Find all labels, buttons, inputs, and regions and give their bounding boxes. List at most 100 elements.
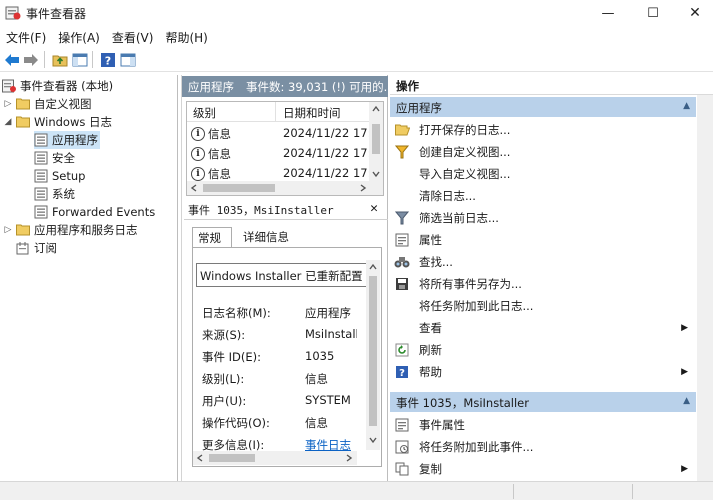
collapse-icon[interactable]: ▲ (683, 396, 690, 406)
action-refresh[interactable]: 刷新 (390, 339, 696, 360)
event-list-horizontal-scrollbar[interactable] (187, 181, 371, 195)
actions-section-application[interactable]: 应用程序 ▲ (390, 97, 696, 117)
navigation-tree: 事件查看器 (本地) ▷ 自定义视图 ◢ Windows 日志 应用程序 安全 … (0, 75, 178, 500)
action-find[interactable]: 查找... (390, 251, 696, 272)
tree-item-custom-views-label: 自定义视图 (34, 97, 92, 111)
table-row[interactable]: i 信息 2024/11/22 17:2 (187, 143, 379, 163)
tree-item-application[interactable]: 应用程序 (34, 131, 100, 149)
column-datetime[interactable]: 日期和时间 (283, 105, 341, 121)
action-save-all-events[interactable]: 将所有事件另存为... (390, 273, 696, 294)
collapse-icon[interactable]: ▲ (683, 101, 690, 111)
tab-general[interactable]: 常规 (192, 227, 232, 247)
save-icon (394, 276, 410, 292)
row-datetime: 2024/11/22 17:2 (283, 166, 379, 180)
action-properties[interactable]: 属性 (390, 229, 696, 250)
up-folder-icon[interactable] (50, 50, 69, 69)
action-import-custom-view[interactable]: 导入自定义视图... (390, 163, 696, 184)
table-row[interactable]: i 信息 2024/11/22 17:2 (187, 163, 379, 183)
action-filter-current-log[interactable]: 筛选当前日志... (390, 207, 696, 228)
copy-icon (394, 461, 410, 477)
actions-section-event[interactable]: 事件 1035，MsiInstaller ▲ (390, 392, 696, 412)
action-attach-task-to-log[interactable]: 将任务附加到此日志... (390, 295, 696, 316)
tree-root-label: 事件查看器 (本地) (20, 79, 114, 93)
attach-task-icon (394, 298, 410, 314)
log-icon (34, 169, 48, 183)
event-description[interactable]: Windows Installer 已重新配置 (196, 263, 370, 287)
tree-item-system[interactable]: 系统 (34, 185, 75, 203)
menu-help[interactable]: 帮助(H) (159, 27, 213, 47)
tree-item-system-label: 系统 (52, 187, 75, 201)
detail-horizontal-scrollbar[interactable] (193, 451, 357, 465)
action-clear-log[interactable]: 清除日志... (390, 185, 696, 206)
minimize-button[interactable]: — (585, 0, 631, 26)
prop-event-id-label: 事件 ID(E): (202, 350, 262, 364)
tree-item-forwarded-events[interactable]: Forwarded Events (34, 203, 155, 221)
tree-item-forwarded-events-label: Forwarded Events (52, 205, 156, 219)
tree-item-custom-views[interactable]: ▷ 自定义视图 (2, 95, 92, 113)
action-open-saved-log[interactable]: 打开保存的日志... (390, 119, 696, 140)
tree-root[interactable]: 事件查看器 (本地) (2, 77, 113, 95)
back-icon[interactable] (2, 50, 21, 69)
table-row[interactable]: i 信息 2024/11/22 17:2 (187, 123, 379, 143)
show-hide-action-pane-icon[interactable] (118, 50, 137, 69)
properties-icon (394, 417, 410, 433)
log-icon (34, 133, 48, 147)
menu-file[interactable]: 文件(F) (0, 27, 52, 47)
tree-item-security[interactable]: 安全 (34, 149, 75, 167)
forward-icon[interactable] (21, 50, 40, 69)
tree-item-setup-label: Setup (52, 169, 86, 183)
filter-add-icon (394, 144, 410, 160)
tree-item-app-service-logs[interactable]: ▷ 应用程序和服务日志 (2, 221, 138, 239)
subscription-icon (16, 241, 30, 255)
log-icon (34, 205, 48, 219)
column-level[interactable]: 级别 (193, 105, 216, 121)
help-icon[interactable]: ? (98, 50, 117, 69)
submenu-arrow-icon: ▶ (681, 322, 688, 333)
tree-item-windows-logs[interactable]: ◢ Windows 日志 (2, 113, 112, 131)
action-copy[interactable]: 复制 ▶ (390, 458, 696, 479)
submenu-arrow-icon: ▶ (681, 463, 688, 474)
svg-text:?: ? (399, 368, 405, 379)
prop-user-label: 用户(U): (202, 394, 247, 408)
event-list: 级别 日期和时间 i 信息 2024/11/22 17:2 i 信息 2024/11… (186, 101, 384, 196)
row-level: 信息 (208, 127, 231, 141)
detail-vertical-scrollbar[interactable] (366, 260, 380, 450)
close-icon[interactable]: ✕ (370, 201, 378, 216)
chevron-right-icon[interactable]: ▷ (2, 225, 14, 235)
event-viewer-icon (2, 79, 16, 93)
tree-item-app-service-logs-label: 应用程序和服务日志 (34, 223, 138, 237)
event-count: 事件数: 39,031 (!) 可用的... (246, 79, 388, 94)
binoculars-icon (394, 254, 410, 270)
menu-view[interactable]: 查看(V) (106, 27, 160, 47)
chevron-down-icon[interactable]: ◢ (2, 117, 14, 127)
show-hide-tree-icon[interactable] (70, 50, 89, 69)
actions-header: 操作 (390, 75, 713, 95)
log-icon (34, 187, 48, 201)
menu-action[interactable]: 操作(A) (52, 27, 106, 47)
log-content-pane: 应用程序 事件数: 39,031 (!) 可用的... 级别 日期和时间 i 信息… (181, 75, 388, 500)
tree-item-subscriptions-label: 订阅 (34, 241, 57, 255)
action-attach-task-to-event[interactable]: 将任务附加到此事件... (390, 436, 696, 457)
action-event-properties[interactable]: 事件属性 (390, 414, 696, 435)
tab-details[interactable]: 详细信息 (238, 227, 298, 247)
row-level: 信息 (208, 167, 231, 181)
info-icon: i (191, 127, 205, 141)
event-detail-title: 事件 1035，MsiInstaller (188, 203, 334, 217)
properties-icon (394, 232, 410, 248)
prop-user-value: SYSTEM (305, 393, 351, 407)
maximize-button[interactable]: ☐ (630, 0, 676, 26)
chevron-right-icon[interactable]: ▷ (2, 99, 14, 109)
prop-opcode-value: 信息 (305, 416, 328, 430)
action-view[interactable]: 查看 ▶ (390, 317, 696, 338)
prop-log-name-label: 日志名称(M): (202, 306, 271, 320)
actions-vertical-scrollbar[interactable] (697, 95, 713, 500)
close-button[interactable]: ✕ (672, 0, 713, 26)
log-icon (34, 151, 48, 165)
tree-item-subscriptions[interactable]: 订阅 (16, 239, 57, 257)
tree-item-setup[interactable]: Setup (34, 167, 85, 185)
action-create-custom-view[interactable]: 创建自定义视图... (390, 141, 696, 162)
event-list-vertical-scrollbar[interactable] (369, 102, 383, 195)
action-help[interactable]: ? 帮助 ▶ (390, 361, 696, 382)
prop-level-value: 信息 (305, 372, 328, 386)
view-icon (394, 320, 410, 336)
